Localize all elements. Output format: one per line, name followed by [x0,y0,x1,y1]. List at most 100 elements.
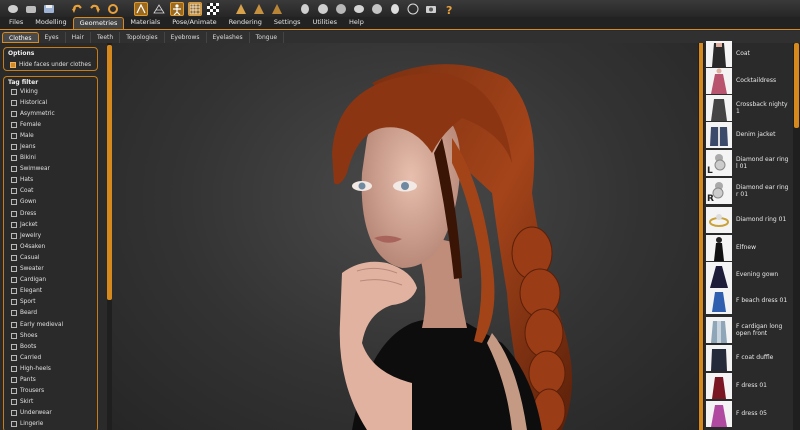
top-view-icon[interactable] [270,2,284,16]
list-scrollbar[interactable] [793,43,800,430]
sphere2-icon[interactable] [316,2,330,16]
checker-icon[interactable] [206,2,220,16]
list-left-scrollbar[interactable] [698,43,704,430]
tag-asymmetric[interactable]: Asymmetric [11,108,63,119]
tag-checkbox[interactable] [11,254,17,261]
side-view-icon[interactable] [252,2,266,16]
clothes-item-diamond-ring-01[interactable]: Diamond ring 01 [706,206,792,234]
sphere5-icon[interactable] [370,2,384,16]
tag-checkbox[interactable] [11,155,17,162]
tab-materials[interactable]: Materials [124,17,166,29]
camera-icon[interactable] [424,2,438,16]
front-view-icon[interactable] [234,2,248,16]
clothes-item-f-coat-duffle[interactable]: F coat duffle [706,344,792,372]
tag-checkbox[interactable] [11,166,17,173]
tag-checkbox[interactable] [11,221,17,228]
tag-dress[interactable]: Dress [11,208,63,219]
tag-sport[interactable]: Sport [11,297,63,308]
file-icon[interactable] [6,2,20,16]
tag-jacket[interactable]: Jacket [11,219,63,230]
subtab-eyelashes[interactable]: Eyelashes [207,31,250,43]
clothes-item-diamond-ear-ring-r-01[interactable]: R Diamond ear ring r 01 [706,177,792,205]
tag-checkbox[interactable] [11,410,17,417]
tag-elegant[interactable]: Elegant [11,286,63,297]
tag-checkbox[interactable] [11,243,17,250]
tab-utilities[interactable]: Utilities [307,17,343,29]
clothes-item-denim-jacket[interactable]: Denim jacket [706,121,792,149]
clothes-item-crossback-nighty-1[interactable]: Crossback nighty 1 [706,94,792,122]
tab-help[interactable]: Help [343,17,370,29]
tag-casual[interactable]: Casual [11,252,63,263]
tag-bikini[interactable]: Bikini [11,153,63,164]
sphere6-icon[interactable] [388,2,402,16]
tag-skirt[interactable]: Skirt [11,397,63,408]
smooth-icon[interactable] [134,1,148,16]
tag-sweater[interactable]: Sweater [11,264,63,275]
tab-modelling[interactable]: Modelling [29,17,72,29]
tag-o4saken[interactable]: O4saken [11,241,63,252]
clothes-item-coat[interactable]: Coat [706,40,792,68]
clothes-item-f-cardigan-long-open-front[interactable]: F cardigan long open front [706,316,792,344]
hide-faces-option[interactable]: Hide faces under clothes [10,59,91,70]
tag-checkbox[interactable] [11,188,17,195]
subtab-eyebrows[interactable]: Eyebrows [165,31,207,43]
tag-checkbox[interactable] [11,110,17,117]
tag-coat[interactable]: Coat [11,186,63,197]
hide-faces-checkbox[interactable] [10,61,16,68]
clothes-item-elfnew[interactable]: Elfnew [706,234,792,262]
tag-checkbox[interactable] [11,266,17,273]
tag-swimwear[interactable]: Swimwear [11,164,63,175]
clothes-item-diamond-ear-ring-l-01[interactable]: L Diamond ear ring l 01 [706,149,792,177]
tag-checkbox[interactable] [11,421,17,428]
pose-icon[interactable] [170,1,184,16]
tag-checkbox[interactable] [11,288,17,295]
tag-checkbox[interactable] [11,144,17,151]
tag-checkbox[interactable] [11,299,17,306]
clothes-item-f-dress-01[interactable]: F dress 01 [706,372,792,400]
tag-boots[interactable]: Boots [11,341,63,352]
tag-viking[interactable]: Viking [11,86,63,97]
subtab-topologies[interactable]: Topologies [120,31,165,43]
clothes-item-evening-gown[interactable]: Evening gown [706,261,792,289]
reset-icon[interactable] [106,2,120,16]
subtab-hair[interactable]: Hair [66,31,91,43]
tab-rendering[interactable]: Rendering [223,17,268,29]
tag-high-heels[interactable]: High-heels [11,363,63,374]
subtab-clothes[interactable]: Clothes [2,31,39,43]
clothes-item-f-beach-dress-01[interactable]: F beach dress 01 [706,287,792,315]
tag-gown[interactable]: Gown [11,197,63,208]
tag-trousers[interactable]: Trousers [11,386,63,397]
tag-checkbox[interactable] [11,321,17,328]
tag-jewelry[interactable]: Jewelry [11,230,63,241]
tab-settings[interactable]: Settings [268,17,307,29]
tag-checkbox[interactable] [11,177,17,184]
tag-early-medieval[interactable]: Early medieval [11,319,63,330]
tag-beard[interactable]: Beard [11,308,63,319]
tag-checkbox[interactable] [11,232,17,239]
tag-cardigan[interactable]: Cardigan [11,275,63,286]
sphere1-icon[interactable] [298,2,312,16]
tag-checkbox[interactable] [11,365,17,372]
subtab-teeth[interactable]: Teeth [91,31,121,43]
list-scrollbar-thumb[interactable] [794,43,799,128]
tag-hats[interactable]: Hats [11,175,63,186]
help-icon[interactable]: ? [442,2,456,16]
sphere4-icon[interactable] [352,2,366,16]
tag-jeans[interactable]: Jeans [11,141,63,152]
tab-files[interactable]: Files [3,17,29,29]
redo-icon[interactable] [88,2,102,16]
tag-checkbox[interactable] [11,210,17,217]
circle-icon[interactable] [406,2,420,16]
tab-geometries[interactable]: Geometries [72,17,125,29]
3d-viewport[interactable] [112,43,698,430]
tag-checkbox[interactable] [11,354,17,361]
tag-checkbox[interactable] [11,343,17,350]
tag-male[interactable]: Male [11,130,63,141]
clothes-item-f-dress-05[interactable]: F dress 05 [706,400,792,428]
tag-pants[interactable]: Pants [11,374,63,385]
sphere3-icon[interactable] [334,2,348,16]
tag-checkbox[interactable] [11,88,17,95]
wireframe-icon[interactable] [152,2,166,16]
tag-checkbox[interactable] [11,388,17,395]
tag-checkbox[interactable] [11,121,17,128]
